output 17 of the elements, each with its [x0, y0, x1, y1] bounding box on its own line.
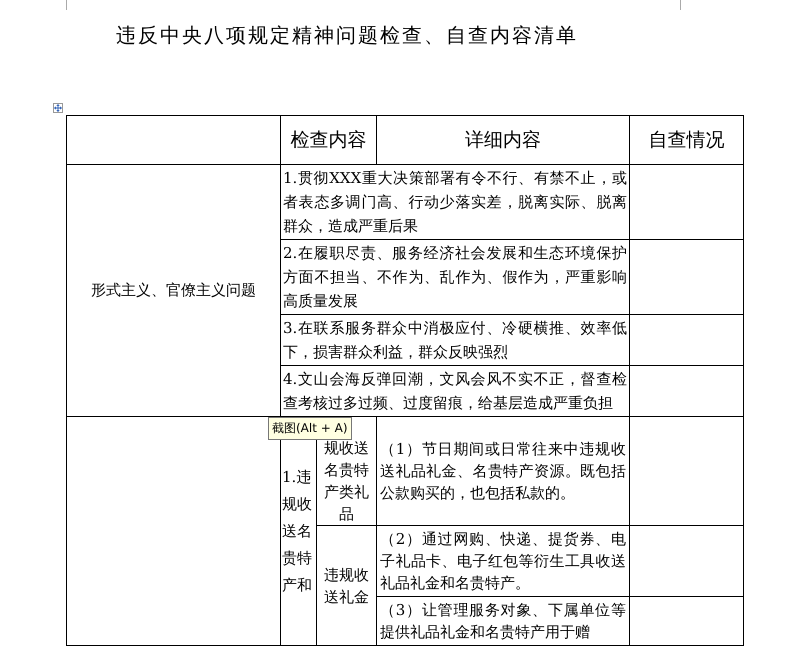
crop-mark	[66, 0, 67, 10]
table-cell: 违规收送礼金	[316, 526, 376, 646]
document-title: 违反中央八项规定精神问题检查、自查内容清单	[116, 22, 578, 49]
table-cell: 形式主义、官僚主义问题	[66, 164, 280, 416]
move-handle-icon[interactable]	[53, 103, 63, 113]
table-cell: （2）通过网购、快递、提货券、电子礼品卡、电子红包等衍生工具收送礼品礼金和名贵特产。	[376, 526, 630, 596]
table-cell: （3）让管理服务对象、下属单位等提供礼品礼金和名贵特产用于赠	[376, 596, 630, 646]
table-cell: 4.文山会海反弹回潮，文风会风不实不正，督查检查考核过多过频、过度留痕，给基层造成严重负担	[280, 366, 630, 416]
column-header: 检查内容	[280, 116, 376, 164]
table-cell: （1）节日期间或日常往来中违规收送礼品礼金、名贵特产资源。既包括公款购买的，也包括私款的。	[376, 416, 630, 526]
crop-mark	[680, 0, 681, 10]
table-cell: 1.贯彻XXX重大决策部署有令不行、有禁不止，或者表态多调门高、行动少落实差，脱离实际、脱离群众，造成严重后果	[280, 164, 630, 240]
table-cell: 2.在履职尽责、服务经济社会发展和生态环境保护方面不担当、不作为、乱作为、假作为，严重影响高质量发展	[280, 240, 630, 314]
tooltip: 截图(Alt + A)	[268, 417, 352, 440]
table-cell: 3.在联系服务群众中消极应付、冷硬横推、效率低下，损害群众利益，群众反映强烈	[280, 314, 630, 366]
column-header: 详细内容	[376, 116, 630, 164]
column-header: 自查情况	[630, 116, 744, 164]
